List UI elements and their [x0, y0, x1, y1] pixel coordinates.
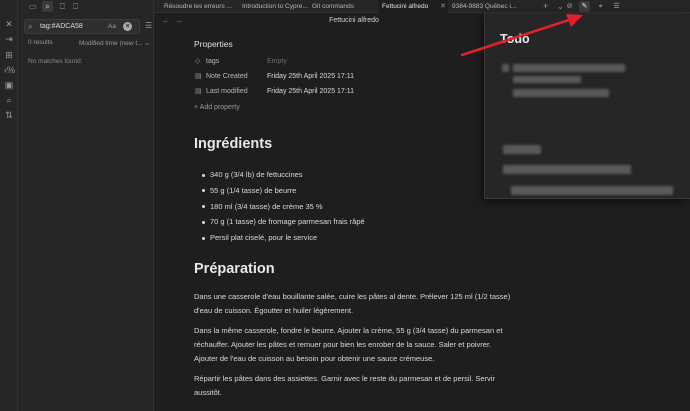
ingredients-heading: Ingrédients	[194, 136, 273, 152]
sidebar-tab-strip: ▭ ⌕ ⎕ ⎕	[18, 0, 154, 13]
add-property-button[interactable]: + Add property	[194, 104, 240, 111]
ingredients-list: 340 g (3/4 lb) de fettuccines 55 g (1/4 …	[202, 167, 365, 246]
folder-icon[interactable]: ▭	[27, 1, 38, 12]
properties-heading: Properties	[194, 39, 233, 49]
sort-label: Modified time (new t...	[79, 40, 143, 47]
tab-label: Introduction to Cypre...	[242, 3, 308, 10]
calendar-icon: ▤	[195, 73, 202, 80]
match-case-toggle[interactable]: Aa	[108, 22, 116, 32]
calendar-icon: ▤	[195, 88, 202, 95]
blurred-text	[513, 76, 581, 83]
preparation-heading: Préparation	[194, 261, 275, 277]
todo-plugin-icon[interactable]: ✎	[579, 1, 590, 12]
list-icon[interactable]: ☰	[611, 1, 622, 12]
command-icon[interactable]: ‹%	[4, 65, 15, 75]
tag-icon[interactable]: ⌖	[595, 1, 606, 12]
new-tab-icon[interactable]: +	[543, 0, 548, 13]
search-settings-icon[interactable]: ☰	[145, 21, 152, 30]
todo-title: Todo	[500, 32, 530, 46]
property-value[interactable]: Friday 25th April 2025 17:11	[267, 71, 354, 82]
chevron-down-icon[interactable]: ⌄	[557, 0, 564, 13]
property-value[interactable]: Empty	[267, 56, 287, 67]
tab-git-commands[interactable]: Git commands	[308, 0, 380, 13]
list-item: Persil plat ciselé, pour le service	[202, 230, 365, 246]
blurred-text	[513, 64, 625, 72]
search-input[interactable]: ⌕ tag:#ADCA58 Aa ×	[24, 19, 140, 34]
paragraph: Dans la même casserole, fondre le beurre…	[194, 326, 503, 363]
bookmark-alt-icon[interactable]: ⎕	[70, 1, 81, 12]
list-item: 340 g (3/4 lb) de fettuccines	[202, 167, 365, 183]
shuffle-icon[interactable]: ✕	[4, 19, 14, 29]
tab-label: Git commands	[312, 3, 354, 10]
close-tab-icon[interactable]: ✕	[440, 0, 446, 13]
graph-icon[interactable]: ⊞	[4, 50, 14, 60]
search-icon[interactable]: ⌕	[42, 1, 53, 12]
search-icon: ⌕	[28, 22, 33, 31]
tab-bar: Résoudre les erreurs ... Introduction to…	[154, 0, 690, 13]
property-key[interactable]: Last modified	[206, 86, 248, 97]
tab-cypress[interactable]: Introduction to Cypre...	[238, 0, 308, 13]
blurred-text	[503, 165, 631, 174]
list-item: 70 g (1 tasse) de fromage parmesan frais…	[202, 214, 365, 230]
search-query[interactable]: tag:#ADCA58	[40, 22, 83, 32]
blurred-text	[513, 89, 609, 97]
list-item: 55 g (1/4 tasse) de beurre	[202, 183, 365, 199]
open-folder-icon[interactable]: ⇥	[4, 34, 14, 44]
app-window: ✕ ⇥ ⊞ ‹% ▣ ⌕ ⇅ ▭ ⌕ ⎕ ⎕ ⌕ tag:#ADCA58 Aa …	[0, 0, 690, 411]
sort-icon[interactable]: ⇅	[4, 110, 14, 120]
search-icon[interactable]: ⌕	[4, 95, 14, 105]
results-count: 0 results	[28, 39, 53, 46]
template-icon[interactable]: ▣	[4, 80, 14, 90]
paragraph: Répartir les pâtes dans des assiettes. G…	[194, 374, 495, 397]
no-matches-text: No matches found.	[28, 58, 83, 65]
unlink-icon[interactable]: ⊘	[564, 1, 575, 12]
sort-dropdown[interactable]: Modified time (new t... ⌄	[79, 39, 150, 47]
tab-resoudre[interactable]: Résoudre les erreurs ...	[160, 0, 238, 13]
blurred-text	[503, 145, 541, 154]
list-item: 180 ml (3/4 tasse) de crème 35 %	[202, 199, 365, 215]
chevron-icon: ⌄	[144, 40, 150, 47]
tab-quebec[interactable]: 9384-9883 Québec i...	[448, 0, 528, 13]
clear-search-icon[interactable]: ×	[123, 22, 132, 31]
blurred-checkbox	[502, 64, 509, 72]
bookmark-icon[interactable]: ⎕	[57, 1, 68, 12]
property-key[interactable]: tags	[206, 56, 219, 67]
todo-popover: Todo	[484, 13, 690, 199]
tab-label: Fettucini alfredo	[382, 3, 429, 10]
tab-fettucini-alfredo[interactable]: Fettucini alfredo ✕	[378, 0, 448, 13]
left-sidebar: ▭ ⌕ ⎕ ⎕ ⌕ tag:#ADCA58 Aa × ☰ 0 results M…	[18, 0, 154, 411]
property-key[interactable]: Note Created	[206, 71, 248, 82]
left-ribbon: ✕ ⇥ ⊞ ‹% ▣ ⌕ ⇅	[0, 0, 18, 411]
blurred-text	[511, 186, 673, 195]
paragraph: Dans une casserole d'eau bouillante salé…	[194, 292, 511, 315]
property-value[interactable]: Friday 25th April 2025 17:11	[267, 86, 354, 97]
tab-label: Résoudre les erreurs ...	[164, 3, 232, 10]
tag-icon: ◇	[195, 58, 201, 65]
tab-label: 9384-9883 Québec i...	[452, 3, 517, 10]
